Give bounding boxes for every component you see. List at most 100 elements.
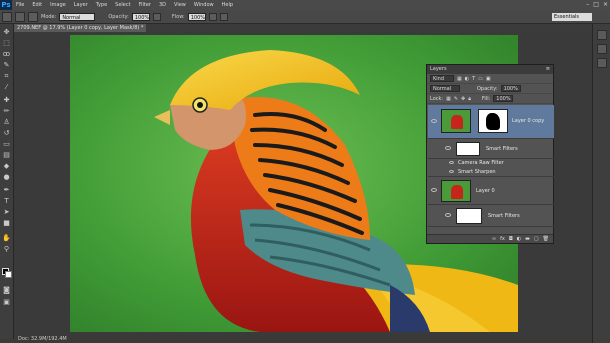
layer-name[interactable]: Layer 0 copy [512, 118, 544, 124]
smart-filters-label: Smart Filters [488, 213, 520, 219]
menu-file[interactable]: File [12, 2, 28, 8]
menu-type[interactable]: Type [92, 2, 111, 8]
visibility-eye-icon[interactable] [431, 119, 437, 123]
filter-eye-icon[interactable] [449, 170, 454, 173]
lock-row: Lock: ▦ ✎ ✥ 🔒︎ Fill: 100% [427, 94, 553, 104]
filter-eye-icon[interactable] [449, 161, 454, 164]
brush-panel-icon[interactable] [597, 58, 607, 68]
blend-row: Normal Opacity: 100% [427, 84, 553, 94]
filter-row-smart-sharpen[interactable]: Smart Sharpen [428, 168, 554, 177]
smart-filter-mask-thumbnail [456, 142, 480, 156]
new-group-icon[interactable]: ▬ [525, 236, 530, 242]
path-select-tool-icon[interactable]: ➤ [2, 208, 11, 217]
healing-tool-icon[interactable]: ✚ [2, 96, 11, 105]
smart-filters-row[interactable]: Smart Filters [428, 205, 554, 227]
filter-smart-icon[interactable]: ▣ [486, 76, 491, 82]
menu-layer[interactable]: Layer [70, 2, 92, 8]
stamp-tool-icon[interactable]: ♙ [2, 118, 11, 127]
filter-shape-icon[interactable]: ▭ [478, 76, 483, 82]
properties-panel-icon[interactable] [597, 44, 607, 54]
filter-name[interactable]: Smart Sharpen [458, 169, 496, 175]
marquee-tool-icon[interactable]: ⬚ [2, 39, 11, 48]
layer-style-icon[interactable]: fx [500, 236, 505, 242]
filter-row-camera-raw[interactable]: Camera Raw Filter [428, 159, 554, 168]
mode-select[interactable]: Normal [59, 12, 96, 21]
screen-mode-icon[interactable]: ▣ [2, 298, 11, 307]
fill-field[interactable]: 100% [493, 95, 514, 102]
layer-row-layer-0-copy[interactable]: Layer 0 copy [428, 105, 554, 139]
minimize-button[interactable]: – [586, 1, 589, 8]
panel-menu-icon[interactable]: ≡ [546, 65, 550, 74]
lock-all-icon[interactable]: 🔒︎ [468, 96, 471, 102]
smart-filters-eye-icon[interactable] [445, 146, 451, 150]
filter-pixel-icon[interactable]: ▦ [457, 76, 462, 82]
quick-mask-icon[interactable]: ◙ [2, 286, 11, 295]
close-button[interactable]: × [603, 1, 608, 8]
visibility-eye-icon[interactable] [431, 188, 437, 192]
menu-window[interactable]: Window [190, 2, 218, 8]
flow-label: Flow: [171, 13, 185, 20]
menu-edit[interactable]: Edit [28, 2, 46, 8]
opacity-field[interactable]: 100% [131, 12, 150, 21]
shape-tool-icon[interactable]: ■ [2, 219, 11, 228]
panel-dock [592, 24, 610, 343]
history-panel-icon[interactable] [597, 30, 607, 40]
brush-tool-icon[interactable]: ✏ [2, 107, 11, 116]
filter-adjust-icon[interactable]: ◐ [465, 76, 469, 82]
airbrush-icon[interactable] [208, 12, 217, 21]
thumbnail-bird-shape [451, 185, 463, 199]
filter-name[interactable]: Camera Raw Filter [458, 160, 504, 166]
layer-mask-thumbnail[interactable] [478, 109, 508, 133]
document-tab[interactable]: 2709.NEF @ 17.9% (Layer 0 copy, Layer Ma… [14, 24, 146, 32]
layer-name[interactable]: Layer 0 [476, 188, 495, 194]
crop-tool-icon[interactable]: ⌗ [2, 72, 11, 81]
eraser-tool-icon[interactable]: ▭ [2, 140, 11, 149]
history-brush-tool-icon[interactable]: ↺ [2, 129, 11, 138]
maximize-button[interactable]: □ [593, 1, 599, 8]
smart-filters-row[interactable]: Smart Filters [428, 139, 554, 159]
layer-opacity-field[interactable]: 100% [500, 85, 521, 92]
add-mask-icon[interactable]: ◘ [509, 236, 513, 242]
blend-mode-select[interactable]: Normal [430, 85, 460, 92]
pressure-opacity-icon[interactable] [152, 12, 161, 21]
tools-panel: ✥ ⬚ ꝏ ✎ ⌗ ⁄ ✚ ✏ ♙ ↺ ▭ ▤ ◆ ● ✒ T ➤ ■ ✋ ⚲ … [0, 24, 14, 339]
smart-filters-eye-icon[interactable] [445, 213, 451, 217]
new-layer-icon[interactable]: ▢ [534, 236, 539, 242]
filter-type-icon[interactable]: T [472, 76, 475, 82]
pen-tool-icon[interactable]: ✒ [2, 186, 11, 195]
menu-image[interactable]: Image [46, 2, 70, 8]
background-color-swatch[interactable] [5, 271, 12, 278]
type-tool-icon[interactable]: T [2, 197, 11, 206]
workspace-select[interactable]: Essentials [552, 13, 592, 21]
lock-paint-icon[interactable]: ✎ [454, 96, 458, 102]
menu-select[interactable]: Select [111, 2, 134, 8]
brush-size-icon[interactable] [15, 11, 25, 22]
menu-help[interactable]: Help [218, 2, 237, 8]
eyedropper-tool-icon[interactable]: ⁄ [2, 83, 11, 92]
link-layers-icon[interactable]: ∞ [492, 236, 496, 242]
delete-layer-icon[interactable]: 🗑︎ [543, 236, 549, 242]
pressure-size-icon[interactable] [219, 12, 228, 21]
zoom-tool-icon[interactable]: ⚲ [2, 245, 11, 254]
dodge-tool-icon[interactable]: ● [2, 173, 11, 182]
gradient-tool-icon[interactable]: ▤ [2, 151, 11, 160]
lock-move-icon[interactable]: ✥ [461, 96, 465, 102]
layer-row-layer-0[interactable]: Layer 0 [428, 177, 554, 205]
menu-3d[interactable]: 3D [155, 2, 170, 8]
quick-select-tool-icon[interactable]: ✎ [2, 61, 11, 70]
move-tool-icon[interactable]: ✥ [2, 28, 11, 37]
flow-field[interactable]: 100% [187, 12, 206, 21]
layers-panel-title: Layers [430, 66, 447, 72]
layer-filter-select[interactable]: Kind [430, 75, 454, 82]
adjustment-layer-icon[interactable]: ◐ [517, 236, 521, 242]
lasso-tool-icon[interactable]: ꝏ [2, 50, 11, 59]
layer-filter-row: Kind ▦ ◐ T ▭ ▣ [427, 74, 553, 84]
brush-panel-icon[interactable] [28, 11, 38, 22]
blur-tool-icon[interactable]: ◆ [2, 162, 11, 171]
hand-tool-icon[interactable]: ✋ [2, 234, 11, 243]
lock-pixels-icon[interactable]: ▦ [446, 96, 451, 102]
tool-preset-icon[interactable] [2, 11, 12, 22]
layer-opacity-label: Opacity: [477, 85, 498, 92]
menu-filter[interactable]: Filter [135, 2, 155, 8]
menu-view[interactable]: View [170, 2, 190, 8]
